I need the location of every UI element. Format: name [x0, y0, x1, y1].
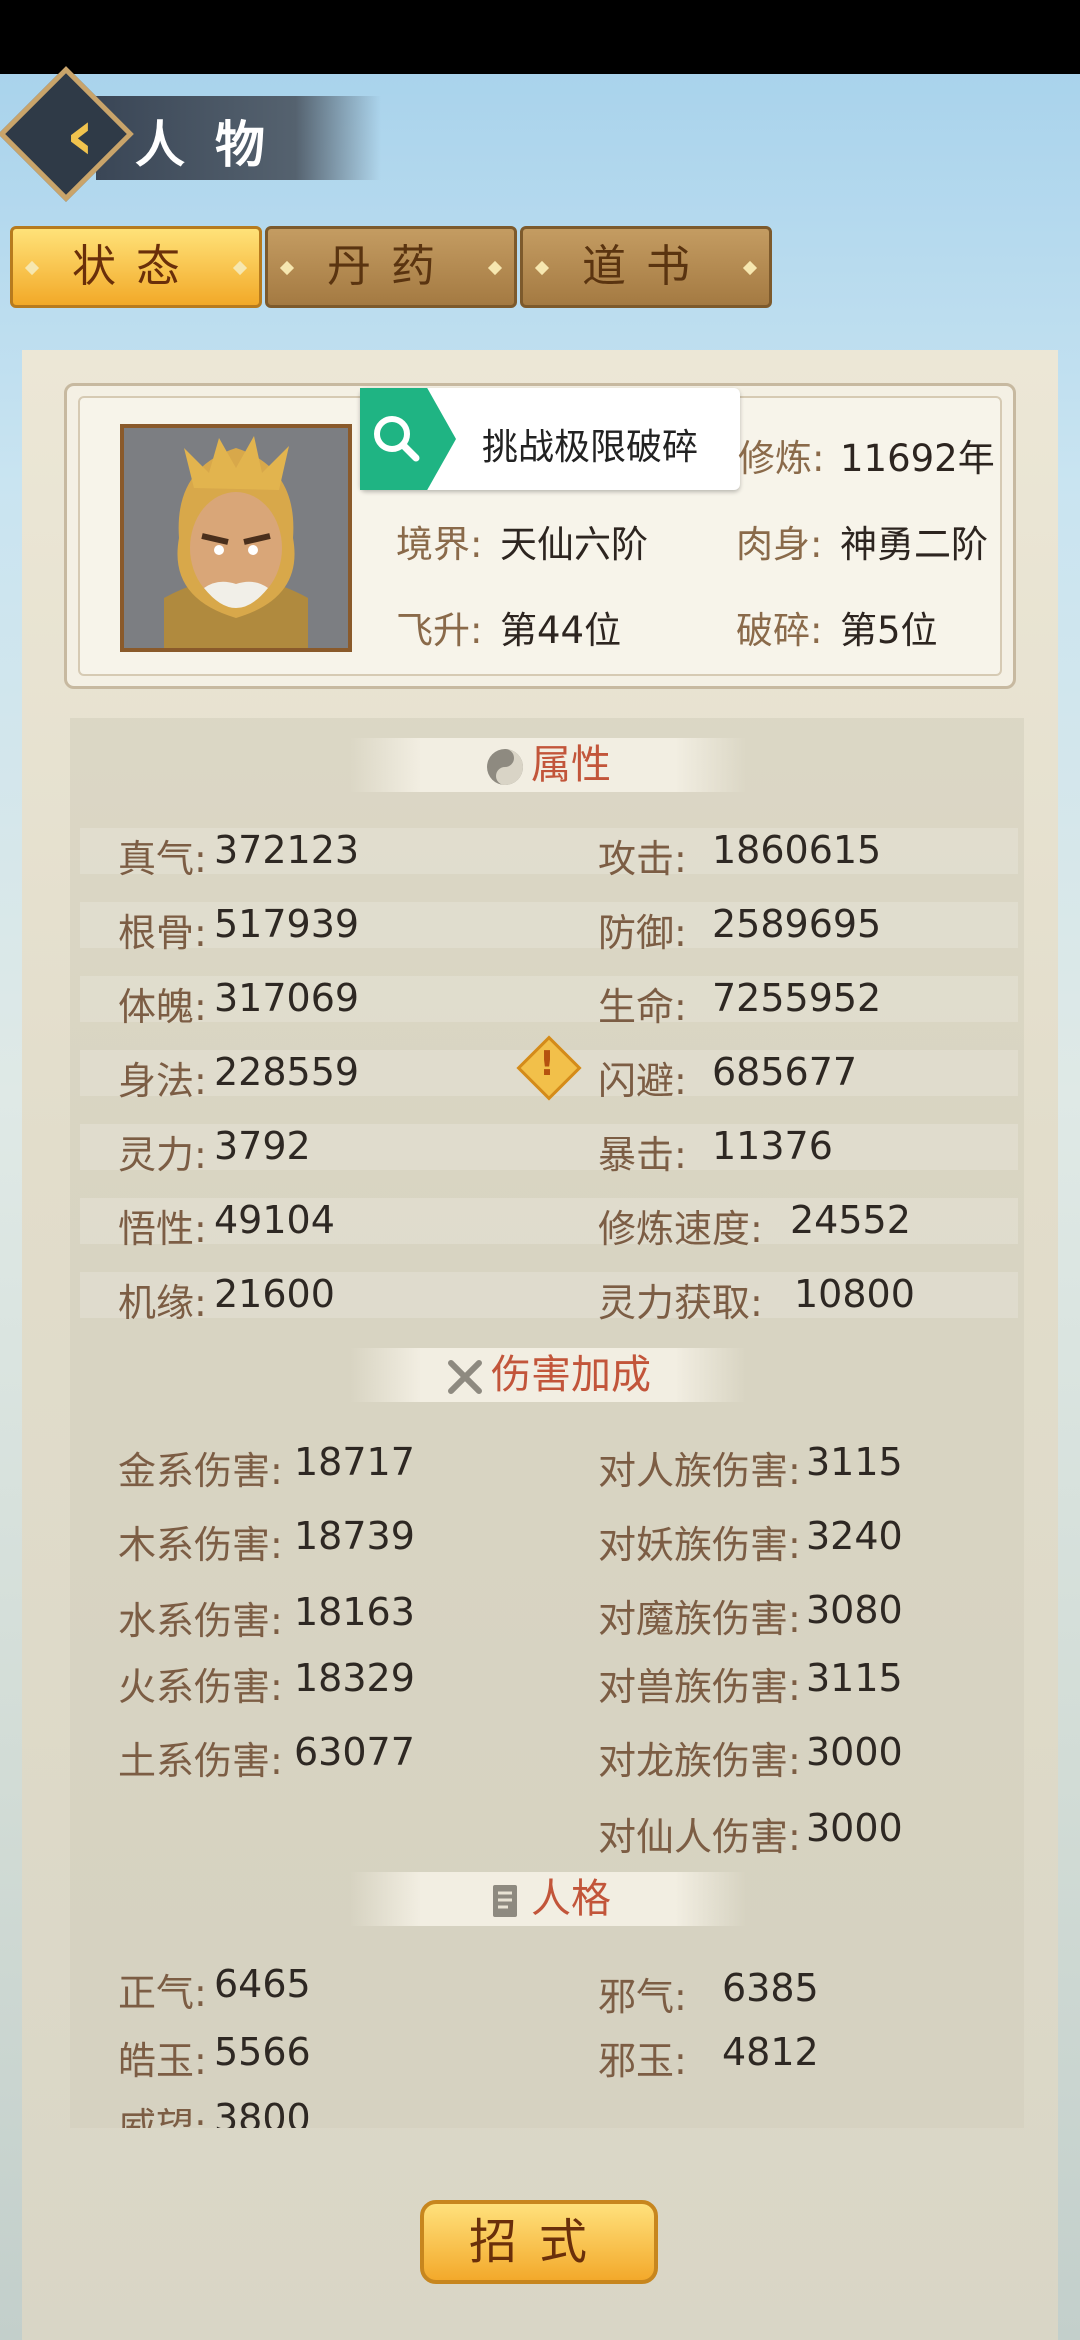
personality-row: 威望: 3800: [118, 2096, 311, 2128]
skills-button[interactable]: 招式: [420, 2200, 658, 2284]
